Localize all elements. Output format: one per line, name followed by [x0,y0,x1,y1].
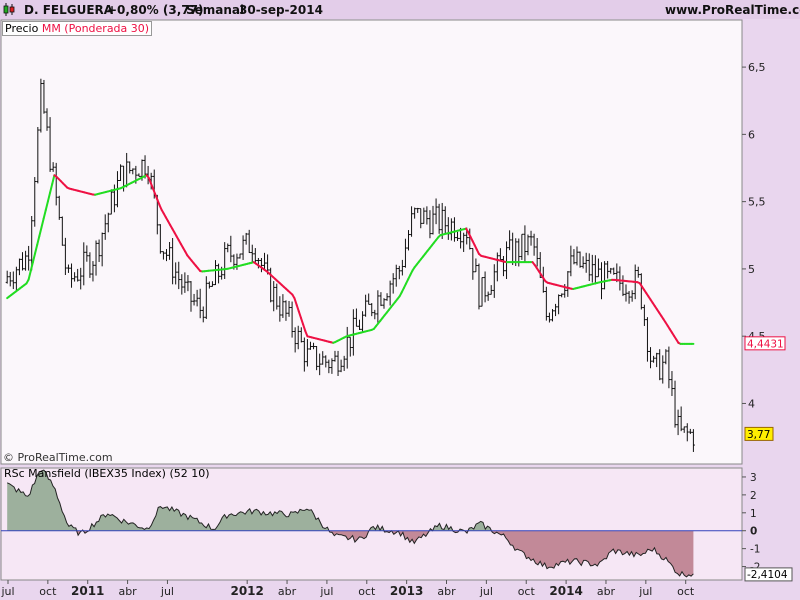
price-y-tick-label: 5 [748,263,755,276]
indicator-y-tick-label: 0 [750,526,757,538]
candlestick-icon [2,2,16,20]
chart-canvas: 6,565,554,544,44313,773210-1-2-2,4104 ju… [0,19,793,598]
period-label: Semanal [186,3,245,17]
legend-ma: MM (Ponderada 30) [41,22,150,35]
chart-window: D. FELGUERA +0,80% (3,77) Semanal 30-sep… [0,0,800,600]
x-axis-tick-label: abr [597,585,616,598]
x-axis-tick-label: oct [39,585,57,598]
y-axis-layer: 6,565,554,544,44313,773210-1-2-2,4104 [742,61,793,582]
price-y-tick-label: 6 [748,128,755,141]
date-label: 30-sep-2014 [239,3,323,17]
x-axis-tick-label: oct [358,585,376,598]
price-legend: Precio MM (Ponderada 30) [2,21,153,36]
x-axis-tick-label: abr [278,585,297,598]
price-y-tick-label: 6,5 [748,61,766,74]
x-axis-tick-label: jul [479,585,493,598]
legend-price: Precio [5,22,39,35]
x-axis-tick-label: jul [160,585,174,598]
x-axis-tick-label: jul [319,585,333,598]
indicator-legend: RSc Mansfield (IBEX35 Index) (52 10) [4,467,210,480]
price-plot-area [0,19,743,465]
last-price-label: 3,77 [747,429,770,441]
x-axis-tick-label: 2011 [71,584,104,598]
x-axis-tick-label: jul [0,585,14,598]
x-axis-tick-label: abr [437,585,456,598]
price-y-tick-label: 4 [748,397,755,410]
indicator-value-label: -2,4104 [747,569,788,581]
x-axis-tick-label: oct [677,585,695,598]
x-axis-tick-label: oct [518,585,536,598]
indicator-y-tick-label: 2 [750,490,757,502]
x-axis-tick-label: 2013 [390,584,423,598]
indicator-y-tick-label: 3 [750,472,757,484]
x-axis-tick-label: 2012 [230,584,263,598]
chart-header: D. FELGUERA +0,80% (3,77) Semanal 30-sep… [0,0,800,19]
x-axis-tick-label: 2014 [549,584,582,598]
x-axis-layer: jul oct 2011 abr jul 2012 abr jul oct 2013 abr jul o… [0,580,695,598]
x-axis-tick-label: jul [638,585,652,598]
indicator-y-tick-label: 1 [750,508,757,520]
site-url[interactable]: www.ProRealTime.com [665,3,800,17]
indicator-y-tick-label: -1 [750,544,760,556]
price-y-tick-label: 5,5 [748,196,766,209]
instrument-name: D. FELGUERA [24,3,114,17]
x-axis-tick-label: abr [118,585,137,598]
copyright-label: © ProRealTime.com [3,451,113,464]
ma-value-label: 4,4431 [747,338,784,350]
